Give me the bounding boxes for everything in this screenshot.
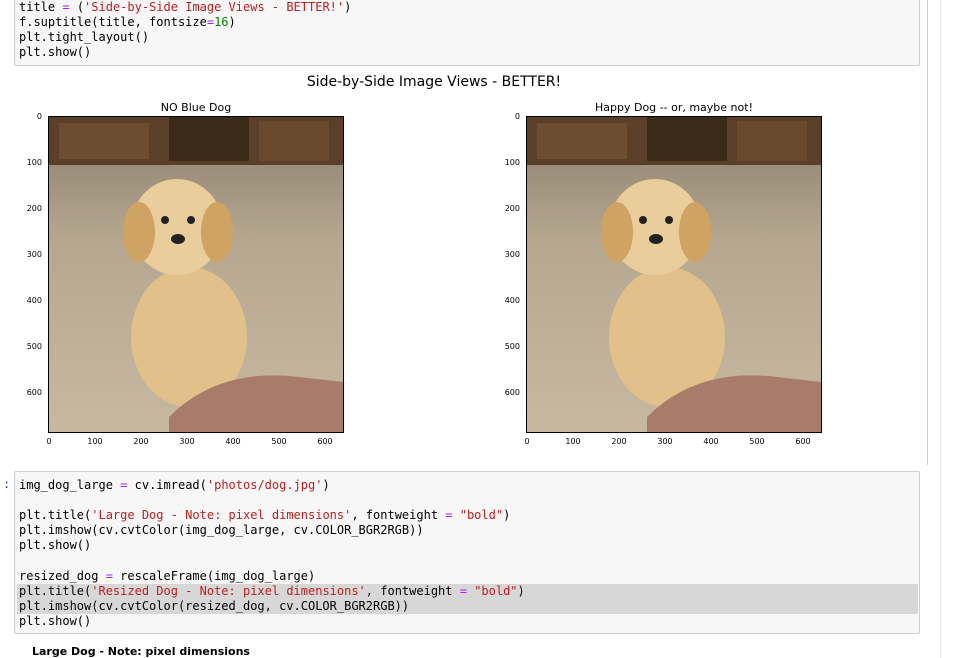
y-tick-label: 100 — [26, 158, 42, 167]
x-tick-label: 500 — [749, 437, 765, 446]
y-tick-label: 500 — [26, 342, 42, 351]
right-plot-title: Happy Dog -- or, maybe not! — [595, 101, 753, 114]
y-tick-label: 0 — [36, 112, 42, 121]
x-tick-label: 200 — [611, 437, 627, 446]
x-tick-label: 300 — [657, 437, 673, 446]
y-tick-label: 0 — [514, 112, 520, 121]
code-cell-top[interactable]: title = ('Side-by-Side Image Views - BET… — [14, 0, 920, 66]
y-tick-label: 600 — [504, 388, 520, 397]
right-dog-image — [526, 116, 822, 433]
x-tick-label: 0 — [46, 437, 52, 446]
code-line-7: resized_dog = rescaleFrame(img_dog_large… — [19, 569, 316, 583]
code-line-10: plt.show() — [19, 614, 92, 628]
y-tick-label: 400 — [504, 296, 520, 305]
y-tick-label: 400 — [26, 296, 42, 305]
code-line-4: plt.imshow(cv.cvtColor(img_dog_large, cv… — [19, 523, 424, 537]
figure-suptitle: Side-by-Side Image Views - BETTER! — [306, 74, 562, 90]
notebook-scrollbar-edge[interactable] — [940, 0, 941, 658]
x-tick-label: 100 — [565, 437, 581, 446]
x-tick-label: 400 — [225, 437, 241, 446]
output-area-border — [927, 0, 928, 465]
y-tick-label: 200 — [504, 204, 520, 213]
x-tick-label: 200 — [133, 437, 149, 446]
left-plot-title: NO Blue Dog — [160, 101, 232, 114]
y-tick-label: 500 — [504, 342, 520, 351]
dog-photo-right — [527, 117, 821, 432]
next-output-title: Large Dog - Note: pixel dimensions — [32, 645, 250, 658]
y-tick-label: 600 — [26, 388, 42, 397]
code-cell-resize[interactable]: img_dog_large = cv.imread('photos/dog.jp… — [14, 471, 920, 634]
x-tick-label: 500 — [271, 437, 287, 446]
x-tick-label: 300 — [179, 437, 195, 446]
code-line-5: plt.show() — [19, 538, 92, 552]
code-line-8: plt.title('Resized Dog - Note: pixel dim… — [19, 584, 525, 598]
code-line-tight-layout: plt.tight_layout() — [19, 30, 150, 44]
code-line-9: plt.imshow(cv.cvtColor(resized_dog, cv.C… — [19, 599, 410, 613]
dog-photo-left — [49, 117, 343, 432]
code-line-3: plt.title('Large Dog - Note: pixel dimen… — [19, 508, 511, 522]
x-tick-label: 0 — [524, 437, 530, 446]
code-line-show: plt.show() — [19, 45, 92, 59]
y-tick-label: 300 — [26, 250, 42, 259]
y-tick-label: 200 — [26, 204, 42, 213]
code-line-title: title = ('Side-by-Side Image Views - BET… — [19, 0, 352, 14]
x-tick-label: 600 — [795, 437, 811, 446]
x-tick-label: 600 — [317, 437, 333, 446]
cell-prompt: : — [3, 477, 11, 491]
code-line-1: img_dog_large = cv.imread('photos/dog.jp… — [19, 478, 330, 492]
left-dog-image — [48, 116, 344, 433]
x-tick-label: 400 — [703, 437, 719, 446]
y-tick-label: 100 — [504, 158, 520, 167]
x-tick-label: 100 — [87, 437, 103, 446]
y-tick-label: 300 — [504, 250, 520, 259]
code-line-suptitle: f.suptitle(title, fontsize=16) — [19, 15, 236, 29]
